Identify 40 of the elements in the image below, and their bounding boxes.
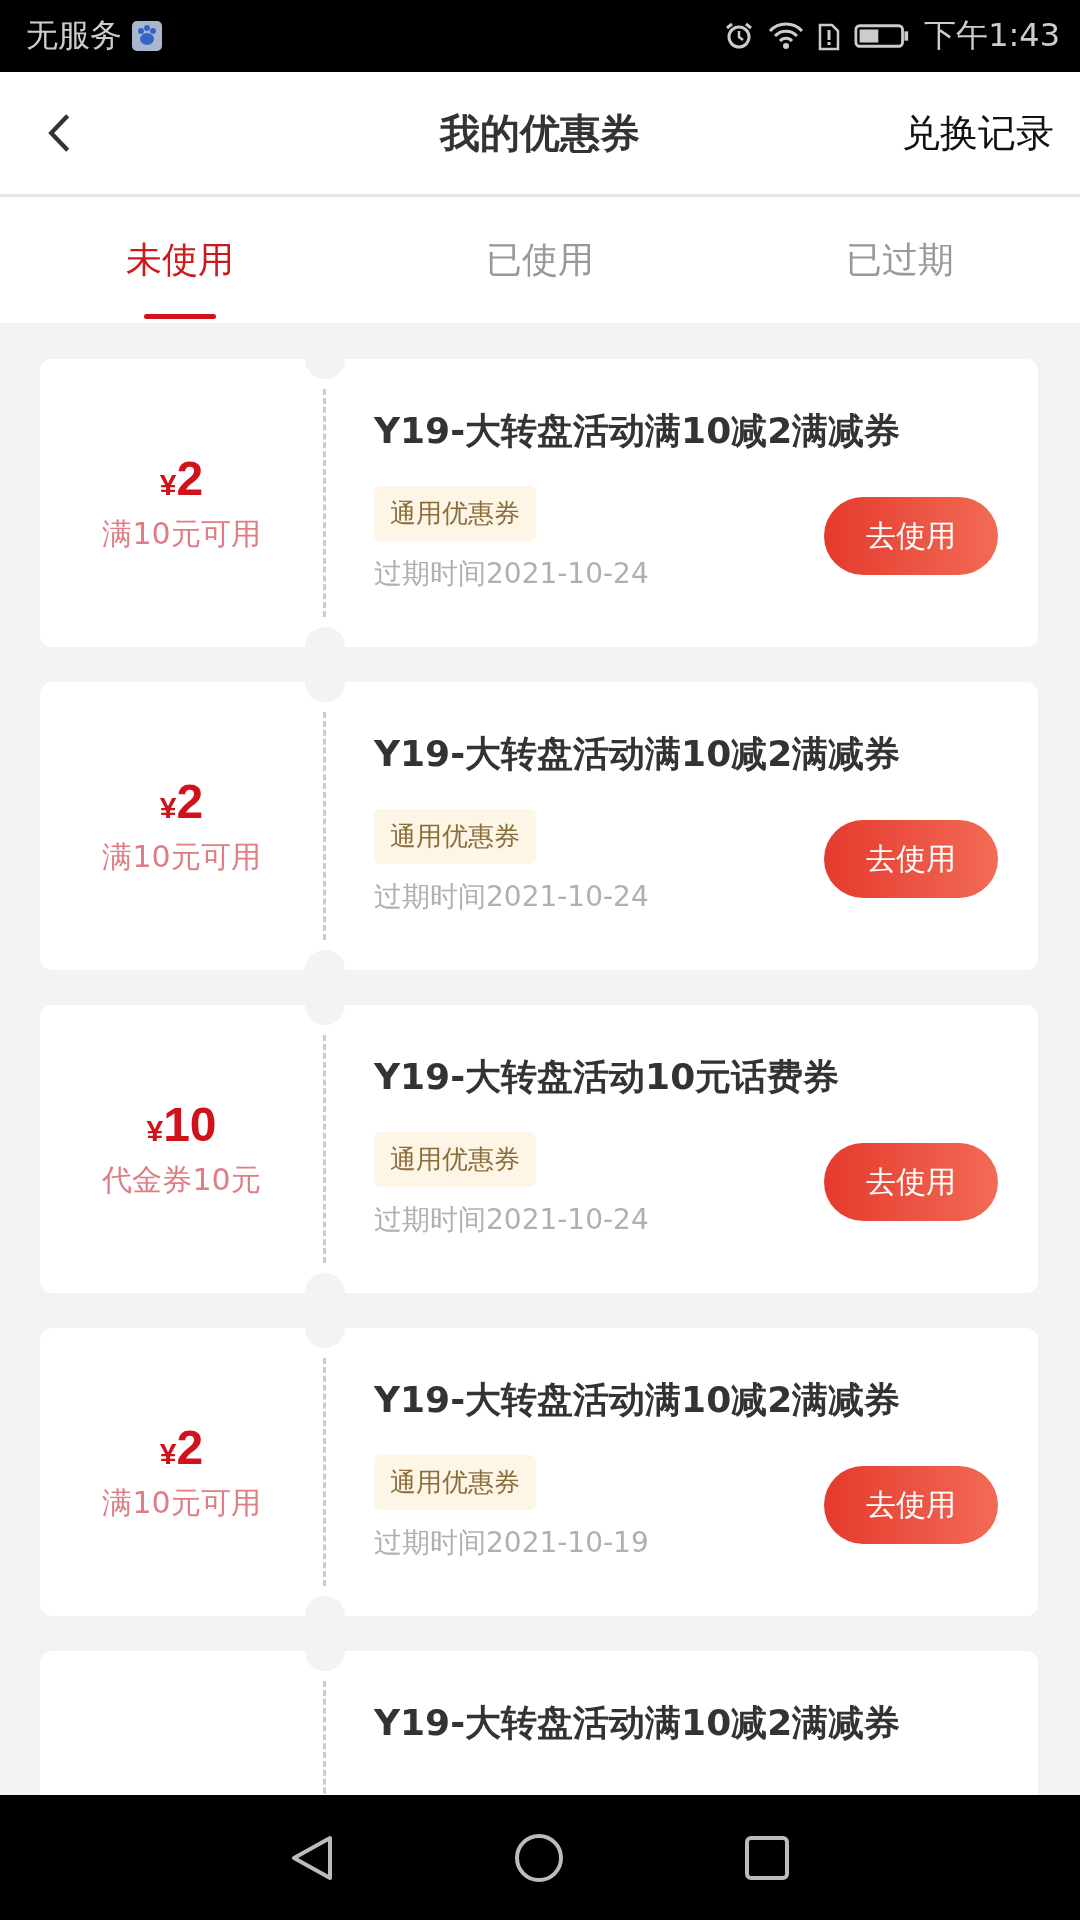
- coupon-title: Y19-大转盘活动满10减2满减券: [374, 409, 902, 453]
- recents-nav-icon[interactable]: [744, 1834, 790, 1881]
- coupon-tag: 通用优惠券: [374, 486, 536, 541]
- home-nav-icon[interactable]: [514, 1832, 564, 1883]
- wifi-icon: [768, 21, 805, 51]
- tab[interactable]: 未使用: [0, 197, 360, 323]
- use-button[interactable]: 去使用: [824, 820, 998, 898]
- use-button[interactable]: 去使用: [824, 497, 998, 575]
- exchange-history-button[interactable]: 兑换记录: [902, 107, 1054, 159]
- alarm-icon: [724, 21, 755, 51]
- coupon-title: Y19-大转盘活动满10减2满减券: [374, 732, 902, 776]
- sim-alert-icon: [818, 21, 841, 51]
- page-title: 我的优惠券: [440, 108, 640, 158]
- coupon-title: Y19-大转盘活动10元话费券: [374, 1055, 841, 1099]
- back-nav-icon[interactable]: [290, 1833, 334, 1882]
- coupon-amount: ¥2: [159, 1420, 204, 1475]
- coupon-condition: 满10元可用: [102, 838, 261, 876]
- paw-app-icon: [132, 21, 162, 51]
- coupon-tag: 通用优惠券: [374, 1455, 536, 1510]
- coupon-condition: 满10元可用: [102, 515, 261, 553]
- coupon-tag: 通用优惠券: [374, 809, 536, 864]
- carrier-text: 无服务: [26, 15, 122, 56]
- coupon-tag: 通用优惠券: [374, 1132, 536, 1187]
- expiry-date: 过期时间2021-10-24: [374, 1202, 649, 1238]
- coupon-title: Y19-大转盘活动满10减2满减券: [374, 1701, 902, 1745]
- coupon-condition: 满10元可用: [102, 1484, 261, 1522]
- coupon-amount: ¥2: [159, 774, 204, 829]
- coupon-amount: ¥2: [159, 451, 204, 506]
- expiry-date: 过期时间2021-10-24: [374, 879, 649, 915]
- use-button[interactable]: 去使用: [824, 1143, 998, 1221]
- use-button[interactable]: 去使用: [824, 1466, 998, 1544]
- tab[interactable]: 已使用: [360, 197, 720, 323]
- coupon-condition: 代金券10元: [102, 1161, 261, 1199]
- expiry-date: 过期时间2021-10-19: [374, 1525, 649, 1561]
- coupon-amount: ¥10: [146, 1097, 217, 1152]
- expiry-date: 过期时间2021-10-24: [374, 556, 649, 592]
- coupon-title: Y19-大转盘活动满10减2满减券: [374, 1378, 902, 1422]
- time-text: 下午1:43: [924, 15, 1060, 56]
- tab[interactable]: 已过期: [720, 197, 1080, 323]
- battery-icon: [854, 22, 911, 50]
